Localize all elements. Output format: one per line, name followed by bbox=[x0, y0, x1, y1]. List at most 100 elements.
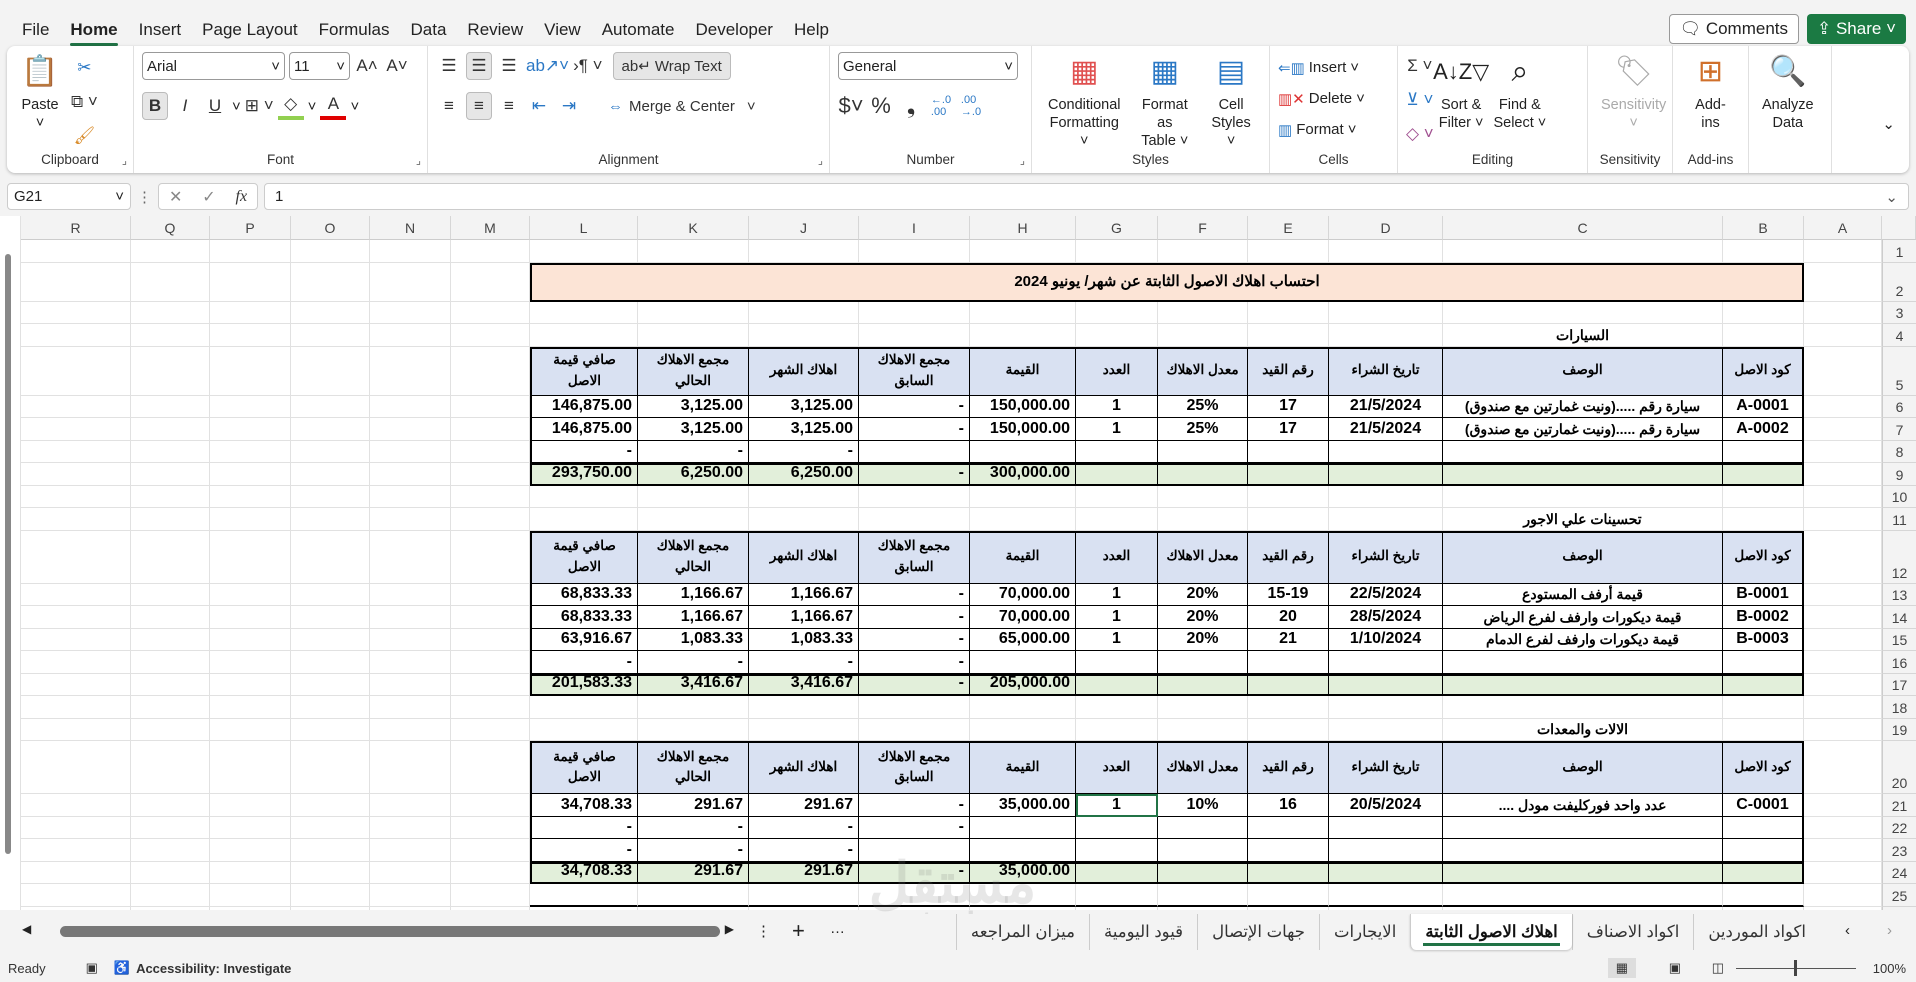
cell-O4[interactable] bbox=[291, 324, 370, 347]
cell-G16[interactable] bbox=[1076, 651, 1158, 674]
cell-E7[interactable]: 17 bbox=[1248, 418, 1329, 441]
menu-tab-page-layout[interactable]: Page Layout bbox=[202, 14, 297, 46]
column-header-L[interactable]: L bbox=[530, 216, 638, 240]
cell-P15[interactable] bbox=[210, 628, 291, 651]
total-cell-L[interactable]: 293,750.00 bbox=[530, 463, 638, 486]
cell-J26[interactable] bbox=[749, 906, 859, 910]
row-header[interactable]: 22 bbox=[1882, 816, 1916, 839]
cell-H3[interactable] bbox=[970, 301, 1076, 324]
sheet-tab[interactable]: اكواد الاصناف bbox=[1571, 914, 1694, 950]
cell-E8[interactable] bbox=[1248, 440, 1329, 463]
cell-A3[interactable] bbox=[1804, 301, 1882, 324]
cell-E19[interactable] bbox=[1248, 718, 1329, 741]
cell-J16[interactable]: - bbox=[749, 651, 859, 674]
cell-E10[interactable] bbox=[1248, 485, 1329, 508]
cell-N16[interactable] bbox=[370, 651, 451, 674]
menu-tab-automate[interactable]: Automate bbox=[602, 14, 675, 46]
row-header[interactable]: 7 bbox=[1882, 418, 1916, 441]
orientation-icon[interactable]: ab↗˅ bbox=[526, 52, 569, 80]
cell-I8[interactable] bbox=[859, 440, 970, 463]
cell-Q15[interactable] bbox=[131, 628, 210, 651]
cell-F1[interactable] bbox=[1158, 240, 1248, 263]
cell-N24[interactable] bbox=[370, 861, 451, 884]
row-header[interactable]: 6 bbox=[1882, 395, 1916, 418]
page-layout-view-icon[interactable]: ▣ bbox=[1669, 960, 1681, 976]
cell-K3[interactable] bbox=[638, 301, 749, 324]
cell-R5[interactable] bbox=[21, 346, 131, 396]
total-cell-E[interactable] bbox=[1248, 673, 1329, 696]
cell-F7[interactable]: 25% bbox=[1158, 418, 1248, 441]
column-header-P[interactable]: P bbox=[210, 216, 291, 240]
cell-P24[interactable] bbox=[210, 861, 291, 884]
row-header[interactable]: 9 bbox=[1882, 463, 1916, 486]
cell-O11[interactable] bbox=[291, 508, 370, 531]
cell-I14[interactable]: - bbox=[859, 606, 970, 629]
cell-P5[interactable] bbox=[210, 346, 291, 396]
cell-D13[interactable]: 22/5/2024 bbox=[1329, 583, 1443, 606]
cell-Q17[interactable] bbox=[131, 673, 210, 696]
cell-H16[interactable] bbox=[970, 651, 1076, 674]
comments-button[interactable]: 🗨 Comments bbox=[1668, 14, 1799, 44]
cell-O14[interactable] bbox=[291, 606, 370, 629]
cell-M23[interactable] bbox=[451, 839, 530, 862]
cell-B15[interactable]: B-0003 bbox=[1723, 628, 1804, 651]
column-header-E[interactable]: E bbox=[1248, 216, 1329, 240]
column-header-B[interactable]: B bbox=[1723, 216, 1804, 240]
cell-I13[interactable]: - bbox=[859, 583, 970, 606]
cell-D3[interactable] bbox=[1329, 301, 1443, 324]
total-cell-I[interactable]: - bbox=[859, 463, 970, 486]
cell-A18[interactable] bbox=[1804, 696, 1882, 719]
column-header-J[interactable]: J bbox=[749, 216, 859, 240]
cell-B25[interactable] bbox=[1723, 884, 1804, 907]
decrease-font-icon[interactable]: A˅ bbox=[384, 52, 410, 80]
page-break-view-icon[interactable]: ◫ bbox=[1712, 960, 1724, 976]
row-header[interactable]: 23 bbox=[1882, 839, 1916, 862]
menu-tab-data[interactable]: Data bbox=[411, 14, 447, 46]
menu-tab-home[interactable]: Home bbox=[70, 14, 118, 46]
cell-Q22[interactable] bbox=[131, 816, 210, 839]
cell-M1[interactable] bbox=[451, 240, 530, 263]
row-header[interactable]: 21 bbox=[1882, 794, 1916, 817]
cell-I21[interactable]: - bbox=[859, 794, 970, 817]
cell-M7[interactable] bbox=[451, 418, 530, 441]
cell-N3[interactable] bbox=[370, 301, 451, 324]
cell-B23[interactable] bbox=[1723, 839, 1804, 862]
column-header-I[interactable]: I bbox=[859, 216, 970, 240]
cell-O13[interactable] bbox=[291, 583, 370, 606]
font-name-select[interactable]: Arial ˅ bbox=[142, 52, 285, 80]
cell-K23[interactable]: - bbox=[638, 839, 749, 862]
cell-A23[interactable] bbox=[1804, 839, 1882, 862]
cell-H22[interactable] bbox=[970, 816, 1076, 839]
cell-K1[interactable] bbox=[638, 240, 749, 263]
cell-C3[interactable] bbox=[1443, 301, 1723, 324]
cell-Q23[interactable] bbox=[131, 839, 210, 862]
cell-P10[interactable] bbox=[210, 485, 291, 508]
total-cell-D[interactable] bbox=[1329, 673, 1443, 696]
cell-C25[interactable] bbox=[1443, 884, 1723, 907]
cell-P9[interactable] bbox=[210, 463, 291, 486]
cell-I26[interactable] bbox=[859, 906, 970, 910]
cell-K10[interactable] bbox=[638, 485, 749, 508]
cell-H7[interactable]: 150,000.00 bbox=[970, 418, 1076, 441]
cell-O12[interactable] bbox=[291, 530, 370, 584]
more-sheets-icon[interactable]: … bbox=[830, 920, 845, 937]
cell-J23[interactable]: - bbox=[749, 839, 859, 862]
cell-J4[interactable] bbox=[749, 324, 859, 347]
cell-H10[interactable] bbox=[970, 485, 1076, 508]
cell-D19[interactable] bbox=[1329, 718, 1443, 741]
cell-N11[interactable] bbox=[370, 508, 451, 531]
decrease-decimal-icon[interactable]: .00 →.0 bbox=[958, 92, 984, 120]
cell-M18[interactable] bbox=[451, 696, 530, 719]
cell-E4[interactable] bbox=[1248, 324, 1329, 347]
cell-O16[interactable] bbox=[291, 651, 370, 674]
cell-F19[interactable] bbox=[1158, 718, 1248, 741]
cell-L7[interactable]: 146,875.00 bbox=[530, 418, 638, 441]
cell-A16[interactable] bbox=[1804, 651, 1882, 674]
cell-N7[interactable] bbox=[370, 418, 451, 441]
cell-H26[interactable] bbox=[970, 906, 1076, 910]
comma-button[interactable]: ❟ bbox=[898, 92, 924, 120]
cell-M21[interactable] bbox=[451, 794, 530, 817]
analyze-data-button[interactable]: 🔍 Analyze Data bbox=[1762, 52, 1814, 132]
cell-R6[interactable] bbox=[21, 395, 131, 418]
cell-H13[interactable]: 70,000.00 bbox=[970, 583, 1076, 606]
